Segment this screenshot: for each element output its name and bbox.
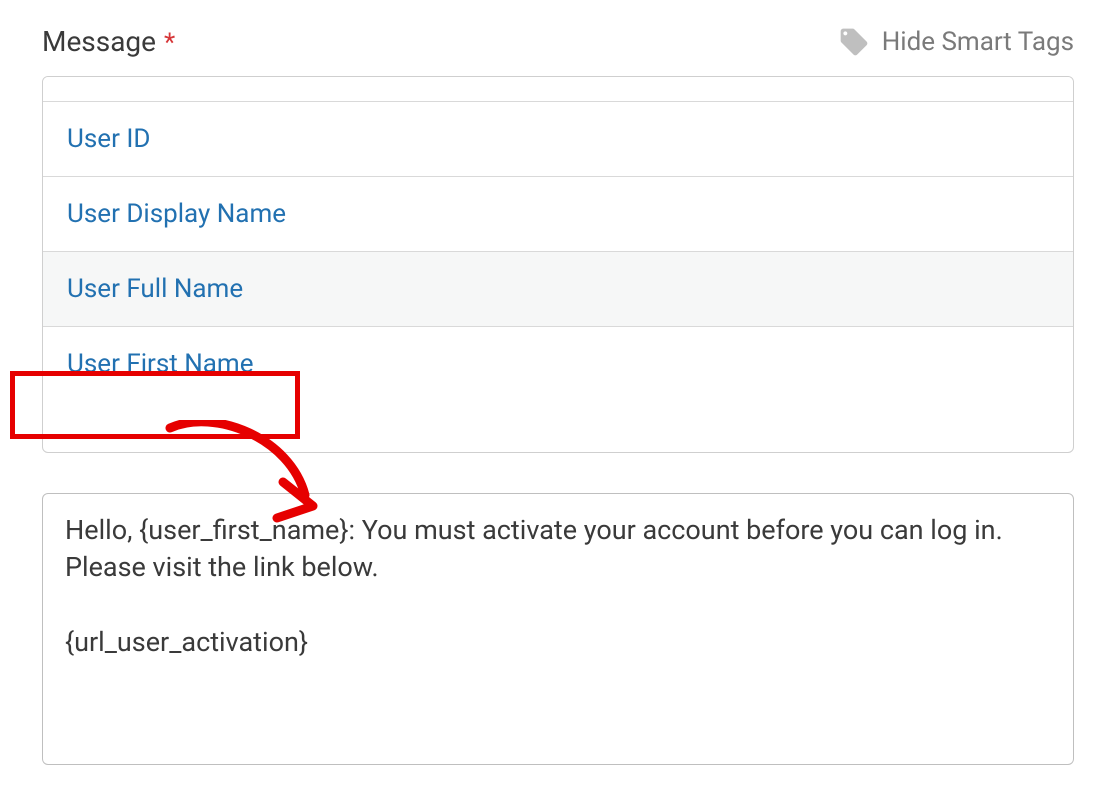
tag-icon: [838, 26, 870, 58]
required-indicator: *: [164, 28, 175, 58]
field-label: Message: [42, 25, 156, 58]
message-textarea[interactable]: Hello, {user_first_name}: You must activ…: [42, 493, 1074, 765]
field-label-wrap: Message *: [42, 25, 175, 58]
smart-tags-list: User IP Address User ID User Display Nam…: [43, 76, 1073, 401]
smart-tag-item[interactable]: User ID: [43, 102, 1073, 177]
smart-tag-item[interactable]: User Display Name: [43, 177, 1073, 252]
smart-tags-panel[interactable]: User IP Address User ID User Display Nam…: [42, 76, 1074, 453]
smart-tag-item[interactable]: User First Name: [43, 327, 1073, 401]
hide-smart-tags-label: Hide Smart Tags: [882, 27, 1074, 57]
hide-smart-tags-button[interactable]: Hide Smart Tags: [838, 26, 1074, 58]
field-header: Message * Hide Smart Tags: [42, 25, 1074, 58]
smart-tag-item[interactable]: User Full Name: [43, 252, 1073, 327]
smart-tag-item[interactable]: User IP Address: [43, 76, 1073, 102]
